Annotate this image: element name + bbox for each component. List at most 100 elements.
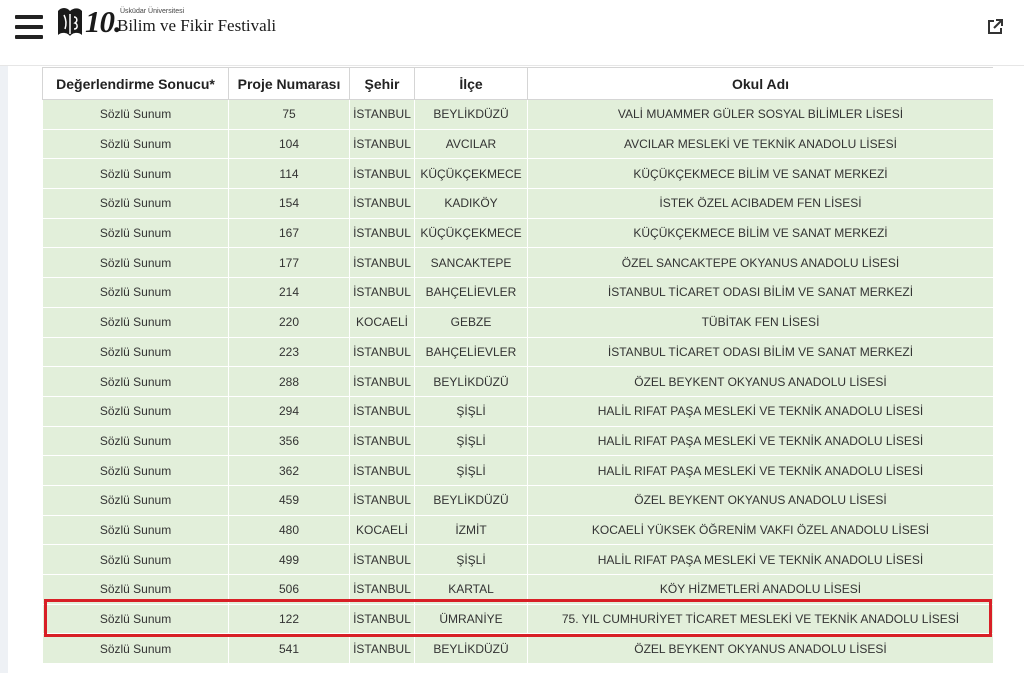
left-page-margin	[0, 66, 8, 673]
results-table: Değerlendirme Sonucu* Proje Numarası Şeh…	[42, 67, 993, 665]
table-row[interactable]: Sözlü Sunum 288 İSTANBUL BEYLİKDÜZÜ ÖZEL BEY…	[42, 366, 993, 397]
table-row[interactable]: Sözlü Sunum 480 KOCAELİ İZMİT KOCAELİ YÜKSEK…	[42, 514, 993, 546]
cell-result: Sözlü Sunum	[42, 544, 229, 575]
table-row[interactable]: Sözlü Sunum 541 İSTANBUL BEYLİKDÜZÜ ÖZEL BEY…	[42, 633, 993, 665]
hamburger-menu-icon[interactable]	[15, 15, 43, 39]
external-link-icon[interactable]	[985, 17, 1005, 37]
cell-city: İSTANBUL	[349, 277, 415, 308]
cell-project-number: 214	[228, 277, 350, 308]
cell-result: Sözlü Sunum	[42, 574, 229, 605]
cell-district: İZMİT	[414, 514, 528, 546]
cell-school-name: AVCILAR MESLEKİ VE TEKNİK ANADOLU LİSESİ	[527, 128, 993, 160]
column-header-result: Değerlendirme Sonucu*	[42, 67, 229, 100]
cell-city: İSTANBUL	[349, 128, 415, 160]
cell-city: İSTANBUL	[349, 603, 415, 635]
table-row[interactable]: Sözlü Sunum 75 İSTANBUL BEYLİKDÜZÜ VALİ MUAM…	[42, 99, 993, 130]
cell-project-number: 294	[228, 395, 350, 427]
cell-city: İSTANBUL	[349, 455, 415, 486]
cell-city: İSTANBUL	[349, 188, 415, 219]
cell-city: İSTANBUL	[349, 425, 415, 457]
cell-city: İSTANBUL	[349, 544, 415, 575]
cell-school-name: ÖZEL BEYKENT OKYANUS ANADOLU LİSESİ	[527, 633, 993, 665]
festival-logo[interactable]: 10. Üsküdar Üniversitesi Bilim ve Fikir …	[55, 3, 276, 43]
cell-city: İSTANBUL	[349, 574, 415, 605]
cell-city: İSTANBUL	[349, 633, 415, 665]
table-row[interactable]: Sözlü Sunum 154 İSTANBUL KADIKÖY İSTEK ÖZEL …	[42, 188, 993, 219]
cell-result: Sözlü Sunum	[42, 128, 229, 160]
cell-result: Sözlü Sunum	[42, 277, 229, 308]
cell-school-name: 75. YIL CUMHURİYET TİCARET MESLEKİ VE TE…	[527, 603, 993, 635]
cell-project-number: 459	[228, 484, 350, 516]
cell-city: İSTANBUL	[349, 366, 415, 397]
cell-result: Sözlü Sunum	[42, 484, 229, 516]
table-header-row: Değerlendirme Sonucu* Proje Numarası Şeh…	[42, 67, 993, 100]
cell-school-name: ÖZEL BEYKENT OKYANUS ANADOLU LİSESİ	[527, 366, 993, 397]
cell-project-number: 220	[228, 306, 350, 338]
cell-project-number: 223	[228, 336, 350, 368]
cell-project-number: 480	[228, 514, 350, 546]
cell-result: Sözlü Sunum	[42, 336, 229, 368]
cell-school-name: KÜÇÜKÇEKMECE BİLİM VE SANAT MERKEZİ	[527, 158, 993, 190]
cell-project-number: 167	[228, 217, 350, 249]
table-row[interactable]: Sözlü Sunum 362 İSTANBUL ŞİŞLİ HALİL RIFAT P…	[42, 455, 993, 486]
table-body: Sözlü Sunum 75 İSTANBUL BEYLİKDÜZÜ VALİ MUAM…	[42, 99, 993, 665]
cell-district: AVCILAR	[414, 128, 528, 160]
cell-district: KADIKÖY	[414, 188, 528, 219]
cell-city: İSTANBUL	[349, 158, 415, 190]
results-table-container[interactable]: Değerlendirme Sonucu* Proje Numarası Şeh…	[42, 67, 993, 673]
cell-project-number: 177	[228, 247, 350, 279]
cell-district: ÜMRANİYE	[414, 603, 528, 635]
cell-school-name: HALİL RIFAT PAŞA MESLEKİ VE TEKNİK ANADO…	[527, 455, 993, 486]
cell-city: İSTANBUL	[349, 217, 415, 249]
cell-district: KÜÇÜKÇEKMECE	[414, 217, 528, 249]
table-row[interactable]: Sözlü Sunum 122 İSTANBUL ÜMRANİYE 75. YIL CU…	[42, 603, 993, 635]
cell-city: İSTANBUL	[349, 484, 415, 516]
cell-city: KOCAELİ	[349, 514, 415, 546]
cell-school-name: HALİL RIFAT PAŞA MESLEKİ VE TEKNİK ANADO…	[527, 395, 993, 427]
cell-result: Sözlü Sunum	[42, 217, 229, 249]
cell-district: BEYLİKDÜZÜ	[414, 484, 528, 516]
cell-project-number: 506	[228, 574, 350, 605]
cell-school-name: TÜBİTAK FEN LİSESİ	[527, 306, 993, 338]
cell-project-number: 154	[228, 188, 350, 219]
cell-project-number: 288	[228, 366, 350, 397]
column-header-school-name: Okul Adı	[527, 67, 993, 100]
cell-school-name: ÖZEL SANCAKTEPE OKYANUS ANADOLU LİSESİ	[527, 247, 993, 279]
cell-result: Sözlü Sunum	[42, 603, 229, 635]
table-row[interactable]: Sözlü Sunum 459 İSTANBUL BEYLİKDÜZÜ ÖZEL BEY…	[42, 484, 993, 516]
table-row[interactable]: Sözlü Sunum 223 İSTANBUL BAHÇELİEVLER İSTANB…	[42, 336, 993, 368]
cell-district: KÜÇÜKÇEKMECE	[414, 158, 528, 190]
cell-city: İSTANBUL	[349, 336, 415, 368]
cell-result: Sözlü Sunum	[42, 633, 229, 665]
table-row[interactable]: Sözlü Sunum 220 KOCAELİ GEBZE TÜBİTAK FEN Lİ…	[42, 306, 993, 338]
logo-number: 10.	[85, 4, 122, 39]
table-row[interactable]: Sözlü Sunum 177 İSTANBUL SANCAKTEPE ÖZEL SAN…	[42, 247, 993, 279]
cell-district: ŞİŞLİ	[414, 544, 528, 575]
cell-school-name: HALİL RIFAT PAŞA MESLEKİ VE TEKNİK ANADO…	[527, 425, 993, 457]
cell-result: Sözlü Sunum	[42, 366, 229, 397]
cell-result: Sözlü Sunum	[42, 395, 229, 427]
cell-district: BEYLİKDÜZÜ	[414, 633, 528, 665]
table-row[interactable]: Sözlü Sunum 167 İSTANBUL KÜÇÜKÇEKMECE KÜÇÜKÇ…	[42, 217, 993, 249]
cell-project-number: 75	[228, 99, 350, 130]
cell-school-name: VALİ MUAMMER GÜLER SOSYAL BİLİMLER LİSES…	[527, 99, 993, 130]
table-row[interactable]: Sözlü Sunum 104 İSTANBUL AVCILAR AVCILAR MES…	[42, 128, 993, 160]
cell-district: BEYLİKDÜZÜ	[414, 366, 528, 397]
cell-district: GEBZE	[414, 306, 528, 338]
table-row[interactable]: Sözlü Sunum 294 İSTANBUL ŞİŞLİ HALİL RIFAT P…	[42, 395, 993, 427]
table-row[interactable]: Sözlü Sunum 506 İSTANBUL KARTAL KÖY HİZMETLE…	[42, 574, 993, 605]
cell-result: Sözlü Sunum	[42, 306, 229, 338]
cell-district: ŞİŞLİ	[414, 455, 528, 486]
table-row[interactable]: Sözlü Sunum 114 İSTANBUL KÜÇÜKÇEKMECE KÜÇÜKÇ…	[42, 158, 993, 190]
table-row[interactable]: Sözlü Sunum 214 İSTANBUL BAHÇELİEVLER İSTANB…	[42, 277, 993, 308]
logo-festival-name: Bilim ve Fikir Festivali	[117, 16, 277, 35]
cell-result: Sözlü Sunum	[42, 514, 229, 546]
table-row[interactable]: Sözlü Sunum 356 İSTANBUL ŞİŞLİ HALİL RIFAT P…	[42, 425, 993, 457]
cell-school-name: İSTANBUL TİCARET ODASI BİLİM VE SANAT ME…	[527, 277, 993, 308]
cell-school-name: HALİL RIFAT PAŞA MESLEKİ VE TEKNİK ANADO…	[527, 544, 993, 575]
cell-school-name: KÖY HİZMETLERİ ANADOLU LİSESİ	[527, 574, 993, 605]
cell-city: KOCAELİ	[349, 306, 415, 338]
table-row[interactable]: Sözlü Sunum 499 İSTANBUL ŞİŞLİ HALİL RIFAT P…	[42, 544, 993, 575]
column-header-city: Şehir	[349, 67, 415, 100]
top-bar: 10. Üsküdar Üniversitesi Bilim ve Fikir …	[0, 0, 1024, 66]
